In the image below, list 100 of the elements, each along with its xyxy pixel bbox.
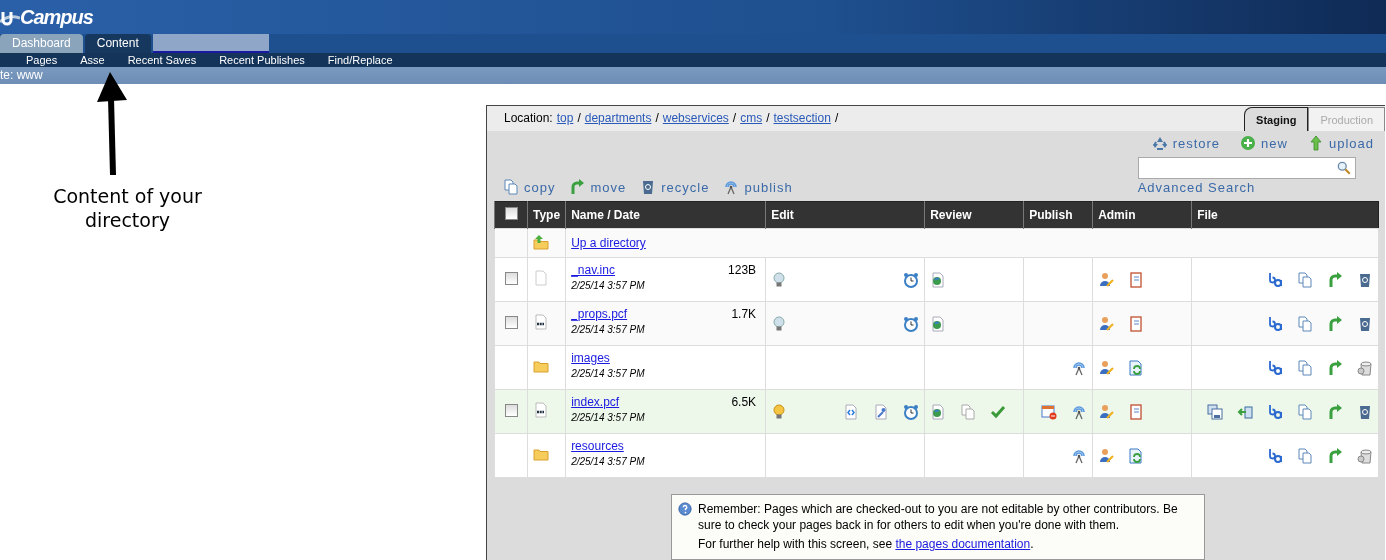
breadcrumb-link[interactable]: webservices: [662, 111, 729, 125]
alarm-clock-icon[interactable]: [903, 315, 920, 332]
toolbar-action[interactable]: publish: [723, 179, 793, 195]
select-all-checkbox[interactable]: [504, 207, 518, 220]
subnav-link[interactable]: Pages: [26, 53, 58, 66]
notice-text: Remember: Pages which are checked-out to you are not editable by other contributors. Be sure to check your pages back in for others to edit when you're done with them.: [698, 501, 1179, 533]
trash-can-icon[interactable]: [1357, 359, 1373, 376]
antenna-icon[interactable]: [723, 179, 740, 195]
curved-arrow-icon[interactable]: [1327, 359, 1343, 376]
file-size: 123B: [728, 263, 757, 277]
lightbulb-icon[interactable]: [771, 315, 788, 332]
page-sync-icon[interactable]: [1128, 447, 1145, 464]
notebook-icon[interactable]: [1128, 271, 1145, 288]
curved-arrow-icon[interactable]: [1327, 315, 1343, 332]
toolbar-action[interactable]: recycle: [640, 179, 710, 195]
pcf-file-icon: [533, 402, 549, 418]
copy-icon[interactable]: [1297, 403, 1313, 420]
folder-up-icon[interactable]: [533, 233, 549, 250]
copy-icon[interactable]: [1297, 359, 1313, 376]
search-field[interactable]: [1137, 157, 1356, 179]
breadcrumb-link[interactable]: testsection: [773, 111, 831, 125]
file-row[interactable]: resources 2/25/14 3:57 PM: [494, 433, 1379, 478]
recycle-bin-icon[interactable]: [1357, 315, 1373, 332]
row-checkbox[interactable]: [504, 403, 518, 417]
file-name-link[interactable]: _nav.inc: [571, 263, 615, 277]
toolbar-action[interactable]: new: [1240, 135, 1288, 151]
recycle-icon[interactable]: [1151, 135, 1168, 151]
plus-circle-icon[interactable]: [1240, 135, 1257, 151]
toolbar-action[interactable]: upload: [1307, 135, 1374, 151]
toolbar-action[interactable]: move: [569, 179, 627, 195]
up-directory-link[interactable]: Up a directory: [571, 236, 646, 250]
file-name-link[interactable]: index.pcf: [571, 395, 620, 409]
checkmark-icon[interactable]: [990, 403, 1007, 420]
rename-icon[interactable]: [1267, 403, 1283, 420]
globe-page-icon[interactable]: [930, 271, 947, 288]
curved-arrow-icon[interactable]: [1327, 271, 1343, 288]
globe-page-icon[interactable]: [930, 403, 947, 420]
copy-icon[interactable]: [503, 179, 519, 195]
subnav-link[interactable]: Find/Replace: [327, 53, 393, 66]
column-header: Name / Date: [565, 201, 766, 229]
file-row[interactable]: images 2/25/14 3:57 PM: [494, 345, 1379, 390]
copy-icon[interactable]: [1297, 447, 1313, 464]
breadcrumb-link[interactable]: top: [556, 111, 574, 125]
person-pencil-icon[interactable]: [1098, 359, 1115, 376]
copy-icon[interactable]: [1297, 315, 1313, 332]
search-icon[interactable]: [1336, 161, 1351, 175]
rename-icon[interactable]: [1267, 315, 1283, 332]
copy-icon[interactable]: [1297, 271, 1313, 288]
subnav-link[interactable]: Asse: [80, 53, 105, 66]
wrench-icon[interactable]: [873, 403, 890, 420]
page-sync-icon[interactable]: [1128, 359, 1145, 376]
curved-arrow-icon[interactable]: [1327, 403, 1343, 420]
rename-icon[interactable]: [1267, 271, 1283, 288]
row-checkbox[interactable]: [504, 315, 518, 329]
server-tab[interactable]: Staging: [1244, 107, 1309, 131]
breadcrumb-link[interactable]: departments: [584, 111, 652, 125]
person-pencil-icon[interactable]: [1098, 447, 1115, 464]
antenna-icon[interactable]: [1071, 447, 1088, 464]
export-arrow-icon[interactable]: [1237, 403, 1253, 420]
breadcrumb-separator: /: [834, 111, 839, 125]
row-checkbox[interactable]: [504, 271, 518, 285]
notebook-icon[interactable]: [1128, 403, 1145, 420]
curved-arrow-icon[interactable]: [569, 179, 586, 195]
toolbar-action[interactable]: copy: [503, 179, 556, 195]
file-name-link[interactable]: _props.pcf: [571, 307, 628, 321]
breadcrumb-link[interactable]: cms: [740, 111, 763, 125]
antenna-icon[interactable]: [1071, 403, 1088, 420]
curved-arrow-icon[interactable]: [1327, 447, 1343, 464]
person-pencil-icon[interactable]: [1098, 271, 1115, 288]
alarm-clock-icon[interactable]: [903, 403, 920, 420]
code-page-icon[interactable]: [843, 403, 860, 420]
recycle-bin-icon[interactable]: [1357, 403, 1373, 420]
subnav-link[interactable]: Recent Saves: [127, 53, 197, 66]
trash-can-icon[interactable]: [1357, 447, 1373, 464]
file-name-link[interactable]: resources: [571, 439, 624, 453]
notebook-icon[interactable]: [1128, 315, 1145, 332]
rename-icon[interactable]: [1267, 359, 1283, 376]
file-row[interactable]: _props.pcf 1.7K 2/25/14 3:57 PM: [494, 301, 1379, 346]
stacked-pages-icon[interactable]: [1207, 403, 1223, 420]
lightbulb-icon[interactable]: [771, 271, 788, 288]
file-row[interactable]: index.pcf 6.5K 2/25/14 3:57 PM: [494, 389, 1379, 434]
globe-page-icon[interactable]: [930, 315, 947, 332]
person-pencil-icon[interactable]: [1098, 315, 1115, 332]
file-row[interactable]: _nav.inc 123B 2/25/14 3:57 PM: [494, 257, 1379, 302]
rename-icon[interactable]: [1267, 447, 1283, 464]
subnav-link[interactable]: Recent Publishes: [219, 53, 305, 66]
recycle-bin-icon[interactable]: [1357, 271, 1373, 288]
up-arrow-icon[interactable]: [1307, 135, 1324, 151]
folder-icon: [533, 358, 549, 374]
lightbulb-icon[interactable]: [771, 403, 788, 420]
alarm-clock-icon[interactable]: [903, 271, 920, 288]
person-pencil-icon[interactable]: [1098, 403, 1115, 420]
antenna-icon[interactable]: [1071, 359, 1088, 376]
toolbar-action[interactable]: restore: [1151, 135, 1221, 151]
advanced-search-link[interactable]: Advanced Search: [1137, 180, 1256, 195]
breadcrumb-separator: /: [766, 111, 770, 125]
modified-date: 2/25/14 3:57 PM: [571, 412, 646, 423]
column-header: File: [1191, 201, 1379, 229]
calendar-icon[interactable]: [1041, 403, 1058, 420]
file-name-link[interactable]: images: [571, 351, 610, 365]
